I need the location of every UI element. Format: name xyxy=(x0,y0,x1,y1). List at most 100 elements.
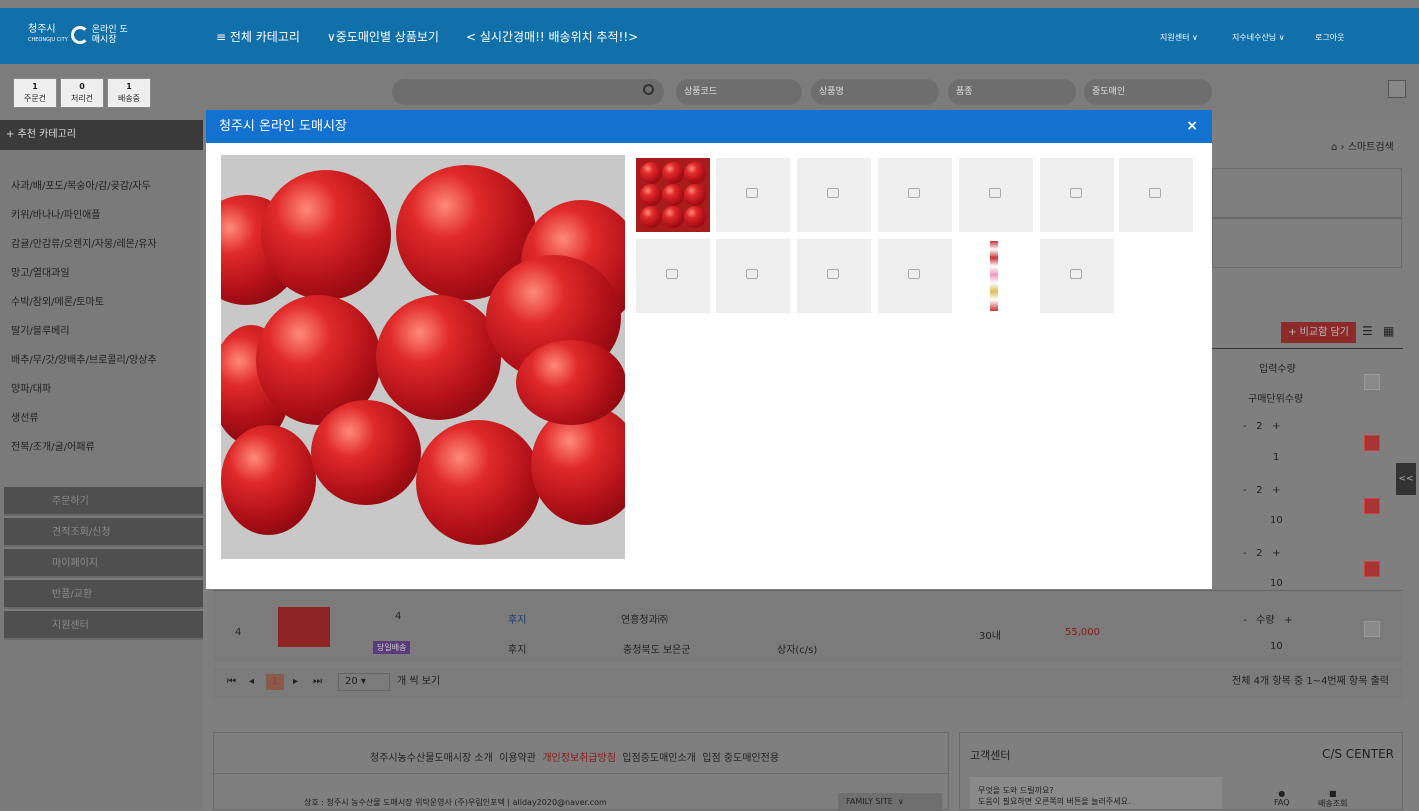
thumbnail-product[interactable] xyxy=(636,158,710,232)
row-checkbox[interactable] xyxy=(1364,621,1380,637)
package-type: 상자(c/s) xyxy=(777,645,818,656)
apple-shape xyxy=(516,340,625,425)
counter-label: 처리건 xyxy=(70,94,94,103)
thumbnail-placeholder[interactable] xyxy=(959,158,1033,232)
page-number[interactable]: 1 xyxy=(266,674,284,690)
sidebar-item-category[interactable]: 전복/조개/굴/어패류 xyxy=(0,433,203,462)
thumbnail-placeholder[interactable] xyxy=(797,158,871,232)
menu-label: 주문하기 xyxy=(52,496,89,507)
camera-icon xyxy=(827,269,839,279)
next-page-icon[interactable]: ▸ xyxy=(293,668,298,696)
thumbnail-detail-page[interactable] xyxy=(959,239,1033,313)
variety-field[interactable]: 품종 xyxy=(948,79,1076,105)
faq-button[interactable]: ● FAQ xyxy=(1274,789,1290,807)
sidebar-item-category[interactable]: 배추/무/갓/양배추/브로콜리/양상추 xyxy=(0,346,203,375)
sidebar-item-category[interactable]: 생선류 xyxy=(0,404,203,433)
delivery-button[interactable]: ■ 배송조회 xyxy=(1318,789,1347,809)
menu-label: 견적조회/신청 xyxy=(52,527,111,538)
footer-link[interactable]: 입점중도매인소개 xyxy=(622,753,696,764)
product-name-field[interactable]: 상품명 xyxy=(811,79,939,105)
sidebar-menu-order[interactable]: 주문하기 xyxy=(4,487,203,516)
qty-stepper[interactable]: - 2 + xyxy=(1243,485,1280,496)
footer-link[interactable]: 이용약관 xyxy=(499,753,536,764)
table-row[interactable]: 4 4 당일배송 후지 후지 연흥청과㈜ 충청북도 보은군 상자(c/s) 30… xyxy=(213,590,1403,662)
product-code-field[interactable]: 상품코드 xyxy=(676,79,802,105)
logout-link[interactable]: 로그아웃 xyxy=(1315,32,1344,43)
thumbnail-placeholder[interactable] xyxy=(1040,239,1114,313)
camera-icon xyxy=(1070,188,1082,198)
footer-link[interactable]: 청주시농수산물도매시장 소개 xyxy=(370,753,493,764)
qty-stepper[interactable]: - 수량 + xyxy=(1243,611,1292,626)
sidebar-menu-returns[interactable]: 반품/교환 xyxy=(4,580,203,609)
thumbnail-placeholder[interactable] xyxy=(878,239,952,313)
nav-live-auction[interactable]: < 실시간경매!! 배송위치 추적!!> xyxy=(466,28,638,45)
per-page-select[interactable]: 20 ▾ xyxy=(338,673,390,691)
site-logo[interactable]: 청주시 CHEONGJU CITY 온라인 도매시장 xyxy=(28,25,136,46)
camera-icon xyxy=(1149,188,1161,198)
family-site-select[interactable]: FAMILY SITE ∨ xyxy=(838,793,942,811)
sidebar-item-category[interactable]: 딸기/블루베리 xyxy=(0,317,203,346)
first-page-icon[interactable]: ⏮ xyxy=(227,668,236,696)
sidebar-item-category[interactable]: 수박/참외/메론/토마토 xyxy=(0,288,203,317)
seller-name: 연흥청과㈜ xyxy=(621,615,668,626)
unit-qty: 10 xyxy=(1270,641,1283,652)
list-view-icon[interactable]: ☰ xyxy=(1362,324,1376,338)
nav-all-categories[interactable]: ≡ 전체 카테고리 xyxy=(216,28,300,45)
counter-processed[interactable]: 0 처리건 xyxy=(60,78,104,108)
user-menu[interactable]: 지수네수산님 ∨ xyxy=(1232,32,1285,43)
counter-orders[interactable]: 1 주문건 xyxy=(13,78,57,108)
thumbnail-placeholder[interactable] xyxy=(878,158,952,232)
sidebar-item-category[interactable]: 망고/열대과일 xyxy=(0,259,203,288)
product-thumbnail[interactable] xyxy=(278,607,330,647)
delivery-label: 배송조회 xyxy=(1318,799,1348,808)
counter-shipping[interactable]: 1 배송중 xyxy=(107,78,151,108)
variety-link[interactable]: 후지 xyxy=(508,611,526,626)
row-checkbox[interactable] xyxy=(1364,435,1380,451)
seller-field[interactable]: 중도매인 xyxy=(1084,79,1212,105)
camera-icon xyxy=(908,188,920,198)
thumbnail-placeholder[interactable] xyxy=(1119,158,1193,232)
cs-description: 도움이 필요하면 오른쪽의 버튼을 눌러주세요. xyxy=(978,797,1131,806)
camera-icon xyxy=(746,269,758,279)
thumbnail-placeholder[interactable] xyxy=(716,239,790,313)
qty-stepper[interactable]: - 2 + xyxy=(1243,421,1280,432)
sidebar-menu-quote[interactable]: 견적조회/신청 xyxy=(4,518,203,547)
row-checkbox[interactable] xyxy=(1364,561,1380,577)
select-all-checkbox[interactable] xyxy=(1364,374,1380,390)
sidebar-item-category[interactable]: 감귤/만감류/오렌지/자몽/레몬/유자 xyxy=(0,230,203,259)
thumbnail-placeholder[interactable] xyxy=(636,239,710,313)
search-icon[interactable] xyxy=(643,84,654,95)
footer-link[interactable]: 입점 중도매인전용 xyxy=(702,753,779,764)
last-page-icon[interactable]: ⏭ xyxy=(313,668,322,696)
modal-header: 청주시 온라인 도매시장 × xyxy=(206,110,1212,143)
sidebar-item-category[interactable]: 키위/바나나/파인애플 xyxy=(0,201,203,230)
detail-strip xyxy=(990,241,998,311)
close-icon[interactable]: × xyxy=(1186,110,1198,143)
thumbnail-placeholder[interactable] xyxy=(716,158,790,232)
support-menu[interactable]: 지원센터 ∨ xyxy=(1160,32,1198,43)
sidebar-menu-support[interactable]: 지원센터 xyxy=(4,611,203,640)
filter-box-1 xyxy=(1212,168,1402,218)
footer-link-privacy[interactable]: 개인정보취급방침 xyxy=(542,753,616,764)
thumbnail-placeholder[interactable] xyxy=(1040,158,1114,232)
side-toggle-button[interactable]: << xyxy=(1396,463,1416,495)
cs-title: 고객센터 xyxy=(970,749,1011,762)
sidebar-item-category[interactable]: 양파/대파 xyxy=(0,375,203,404)
prev-page-icon[interactable]: ◂ xyxy=(249,668,254,696)
grid-view-icon[interactable]: ▦ xyxy=(1383,324,1397,338)
collapse-button[interactable] xyxy=(1388,80,1406,98)
search-input[interactable] xyxy=(392,79,664,105)
camera-icon xyxy=(908,269,920,279)
row-checkbox[interactable] xyxy=(1364,498,1380,514)
sidebar-menu-mypage[interactable]: 마이페이지 xyxy=(4,549,203,578)
apple-shape xyxy=(662,184,684,206)
thumbnail-placeholder[interactable] xyxy=(797,239,871,313)
compare-button[interactable]: + 비교함 담기 xyxy=(1281,322,1356,343)
nav-seller-products[interactable]: ∨중도매인별 상품보기 xyxy=(327,28,439,45)
qty-stepper[interactable]: - 2 + xyxy=(1243,548,1280,559)
sidebar-item-category[interactable]: 사과/배/포도/복숭아/감/곶감/자두 xyxy=(0,172,203,201)
apple-shape xyxy=(640,162,662,184)
unit-qty: 10 xyxy=(1270,515,1283,526)
same-day-badge: 당일배송 xyxy=(373,641,411,654)
product-code: 4 xyxy=(395,611,402,622)
